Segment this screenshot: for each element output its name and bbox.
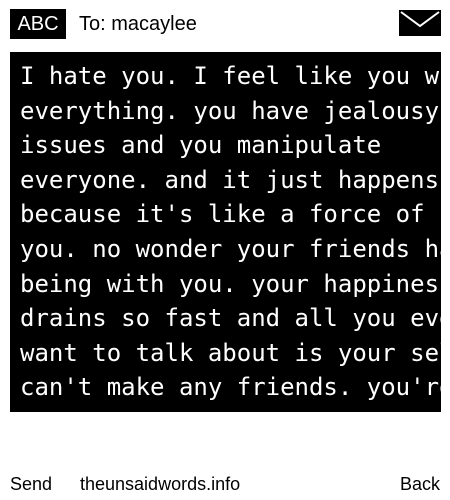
site-label: theunsaidwords.info [80,474,241,494]
softkey-bar: Send theunsaidwords.info Back [0,470,450,500]
envelope-icon-graphic [399,10,441,36]
message-line: because it's like a force of habit for [20,200,441,229]
back-button[interactable]: Back [400,470,440,498]
message-text[interactable]: I hate you. I feel like you wreck everyt… [20,59,441,405]
recipient-label: To: macaylee [79,13,197,35]
message-line: drains so fast and all you ever [20,304,441,333]
message-line: everything. you have jealousy [20,96,440,125]
message-line: I hate you. I feel like you wreck [20,62,441,90]
message-line: can't make any friends. you're [20,373,441,402]
message-line: everyone. and it just happens [20,165,440,194]
envelope-icon [399,10,441,36]
message-body[interactable]: I hate you. I feel like you wreck everyt… [10,52,441,412]
message-line: want to talk about is your self. you [20,338,441,367]
input-mode-badge: ABC [10,9,66,39]
message-line: you. no wonder your friends hate [20,234,441,263]
message-line: issues and you manipulate [20,131,382,160]
message-header: ABC To: macaylee [0,0,450,46]
message-line: being with you. your happiness [20,269,441,298]
send-button[interactable]: Send [10,470,52,498]
